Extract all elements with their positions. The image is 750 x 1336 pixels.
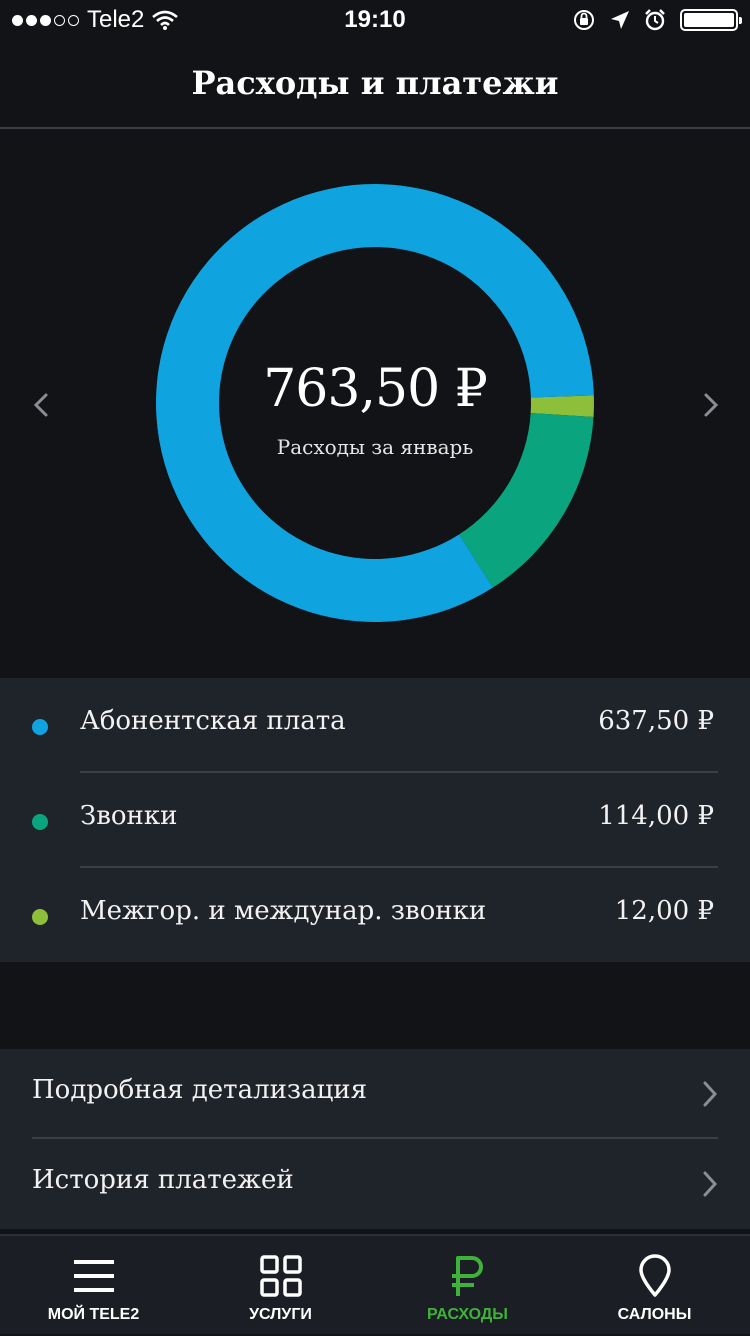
payment-history-link[interactable]: История платежей: [0, 1139, 750, 1228]
tab-bar: МОЙ TELE2 УСЛУГИ РАСХОДЫ САЛОНЫ: [0, 1234, 750, 1334]
tab-label: МОЙ TELE2: [47, 1306, 140, 1323]
legend-dot: [32, 719, 48, 735]
total-expense-amount: 763,50 ₽: [263, 359, 488, 419]
location-pin-icon: [638, 1254, 671, 1297]
menu-icon: [73, 1260, 114, 1292]
alarm-icon: [645, 9, 665, 31]
chevron-right-icon: [703, 1171, 718, 1197]
grid-icon: [259, 1255, 302, 1297]
tab-label: РАСХОДЫ: [427, 1306, 508, 1323]
legend-dot: [32, 814, 48, 830]
legend-item: Межгор. и междунар. звонки 12,00 ₽: [0, 868, 750, 963]
tab-services[interactable]: УСЛУГИ: [187, 1236, 374, 1336]
detailed-statement-link[interactable]: Подробная детализация: [0, 1049, 750, 1138]
legend-item: Абонентская плата 637,50 ₽: [0, 678, 750, 773]
status-bar: Tele2 19:10: [0, 0, 750, 40]
status-right: [572, 8, 742, 32]
chart-subtitle: Расходы за январь: [276, 435, 474, 459]
tab-stores[interactable]: САЛОНЫ: [561, 1236, 748, 1336]
chevron-right-icon: [703, 1081, 718, 1107]
battery-icon: [680, 9, 742, 31]
ruble-icon: [451, 1256, 483, 1296]
location-arrow-icon: [611, 11, 629, 29]
legend-dot: [32, 909, 48, 925]
link-label: Подробная детализация: [32, 1075, 368, 1105]
legend-label: Звонки: [80, 801, 178, 831]
tab-expenses[interactable]: РАСХОДЫ: [374, 1236, 561, 1336]
rotation-lock-icon: [574, 10, 594, 30]
page-title: Расходы и платежи: [191, 64, 559, 102]
legend-item: Звонки 114,00 ₽: [0, 773, 750, 868]
expense-links: Подробная детализация История платежей: [0, 1049, 750, 1229]
legend-label: Абонентская плата: [80, 706, 346, 736]
tab-label: УСЛУГИ: [249, 1306, 312, 1323]
legend-label: Межгор. и междунар. звонки: [80, 896, 487, 926]
legend-value: 114,00 ₽: [598, 801, 714, 831]
tab-my-tele2[interactable]: МОЙ TELE2: [0, 1236, 187, 1336]
next-month-arrow-icon[interactable]: [690, 385, 730, 425]
legend-value: 12,00 ₽: [614, 896, 714, 926]
link-label: История платежей: [32, 1165, 294, 1195]
expense-legend: Абонентская плата 637,50 ₽ Звонки 114,00…: [0, 678, 750, 962]
chart-area: 763,50 ₽ Расходы за январь: [0, 129, 750, 677]
tab-label: САЛОНЫ: [617, 1306, 692, 1323]
nav-header: Расходы и платежи: [0, 40, 750, 129]
legend-value: 637,50 ₽: [598, 706, 714, 736]
